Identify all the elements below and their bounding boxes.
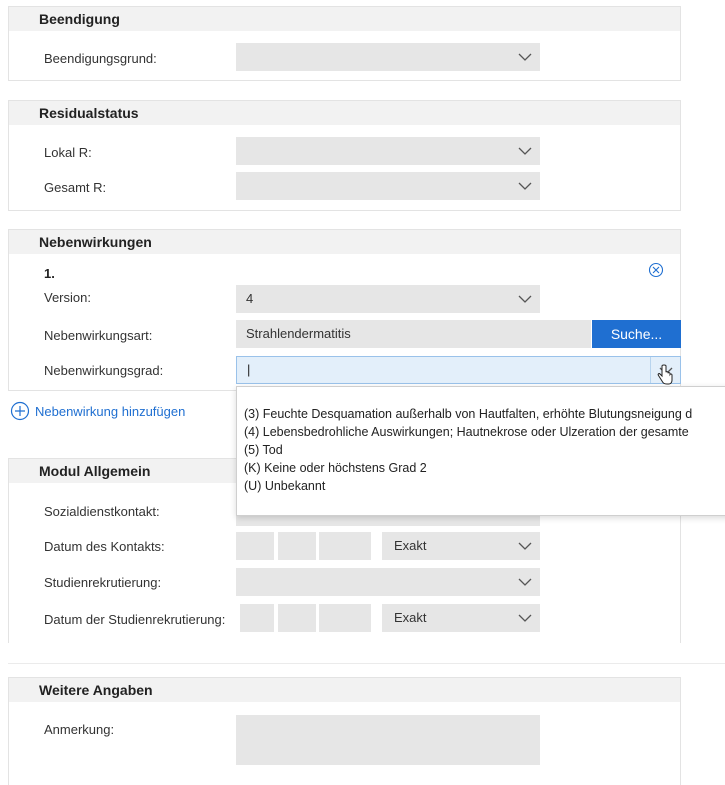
- remove-circle-icon[interactable]: [648, 262, 664, 278]
- label-datum-studienrekrutierung: Datum der Studienrekrutierung:: [44, 612, 226, 627]
- section-title-beendigung: Beendigung: [9, 6, 680, 31]
- label-anmerkung: Anmerkung:: [44, 722, 115, 737]
- divider: [8, 663, 725, 664]
- dropdown-option[interactable]: (4) Lebensbedrohliche Auswirkungen; Haut…: [237, 423, 725, 441]
- dropdown-option[interactable]: (3) Feuchte Desquamation außerhalb von H…: [237, 405, 725, 423]
- add-circle-icon[interactable]: [10, 401, 30, 421]
- chevron-down-icon: [510, 568, 540, 596]
- label-nebenwirkungsart: Nebenwirkungsart:: [44, 328, 153, 343]
- chevron-down-icon: [510, 137, 540, 165]
- select-gesamt-r[interactable]: [236, 172, 540, 200]
- section-title-weitere-angaben: Weitere Angaben: [9, 677, 680, 702]
- chevron-down-icon: [510, 532, 540, 560]
- date-month-input[interactable]: [278, 532, 316, 560]
- date-day-input[interactable]: [236, 532, 274, 560]
- studien-date-day-input[interactable]: [240, 604, 274, 632]
- field-nebenwirkungsart[interactable]: Strahlendermatitis: [236, 320, 591, 348]
- chevron-down-icon: [510, 285, 540, 313]
- select-beendigungsgrund[interactable]: [236, 43, 540, 71]
- label-gesamt-r: Gesamt R:: [44, 180, 107, 195]
- section-title-residualstatus: Residualstatus: [9, 100, 680, 125]
- chevron-down-icon: [510, 604, 540, 632]
- select-studien-datum-mode[interactable]: Exakt: [382, 604, 540, 632]
- label-lokal-r: Lokal R:: [44, 145, 92, 160]
- date-year-input[interactable]: [319, 532, 371, 560]
- select-lokal-r[interactable]: [236, 137, 540, 165]
- label-studienrekrutierung: Studienrekrutierung:: [44, 575, 162, 590]
- chevron-down-icon: [510, 43, 540, 71]
- select-datum-mode[interactable]: Exakt: [382, 532, 540, 560]
- datum-mode-value: Exakt: [394, 538, 427, 553]
- label-sozialdienstkontakt: Sozialdienstkontakt:: [44, 504, 160, 519]
- select-version[interactable]: 4: [236, 285, 540, 313]
- chevron-down-icon: [510, 172, 540, 200]
- label-datum-kontakt: Datum des Kontakts:: [44, 539, 165, 554]
- studien-date-year-input[interactable]: [319, 604, 371, 632]
- label-beendigungsgrund: Beendigungsgrund:: [44, 51, 157, 66]
- dropdown-option[interactable]: (U) Unbekannt: [237, 477, 725, 495]
- label-version: Version:: [44, 290, 91, 305]
- select-studienrekrutierung[interactable]: [236, 568, 540, 596]
- section-title-nebenwirkungen: Nebenwirkungen: [9, 229, 680, 254]
- search-button[interactable]: Suche...: [592, 320, 681, 348]
- label-nebenwirkungsgrad: Nebenwirkungsgrad:: [44, 363, 164, 378]
- nebenwirkungsgrad-dropdown-list: (3) Feuchte Desquamation außerhalb von H…: [236, 386, 725, 516]
- dropdown-option[interactable]: (K) Keine oder höchstens Grad 2: [237, 459, 725, 477]
- version-value: 4: [246, 291, 254, 306]
- nebenwirkung-item-number: 1.: [44, 266, 55, 281]
- studien-date-month-input[interactable]: [278, 604, 316, 632]
- studien-datum-mode-value: Exakt: [394, 610, 427, 625]
- add-nebenwirkung-link[interactable]: Nebenwirkung hinzufügen: [35, 404, 185, 419]
- grad-input-cursor: |: [247, 362, 251, 377]
- anmerkung-textarea[interactable]: [236, 715, 540, 765]
- hand-pointer-icon: [656, 364, 674, 386]
- combobox-nebenwirkungsgrad[interactable]: |: [236, 356, 681, 384]
- dropdown-option[interactable]: (5) Tod: [237, 441, 725, 459]
